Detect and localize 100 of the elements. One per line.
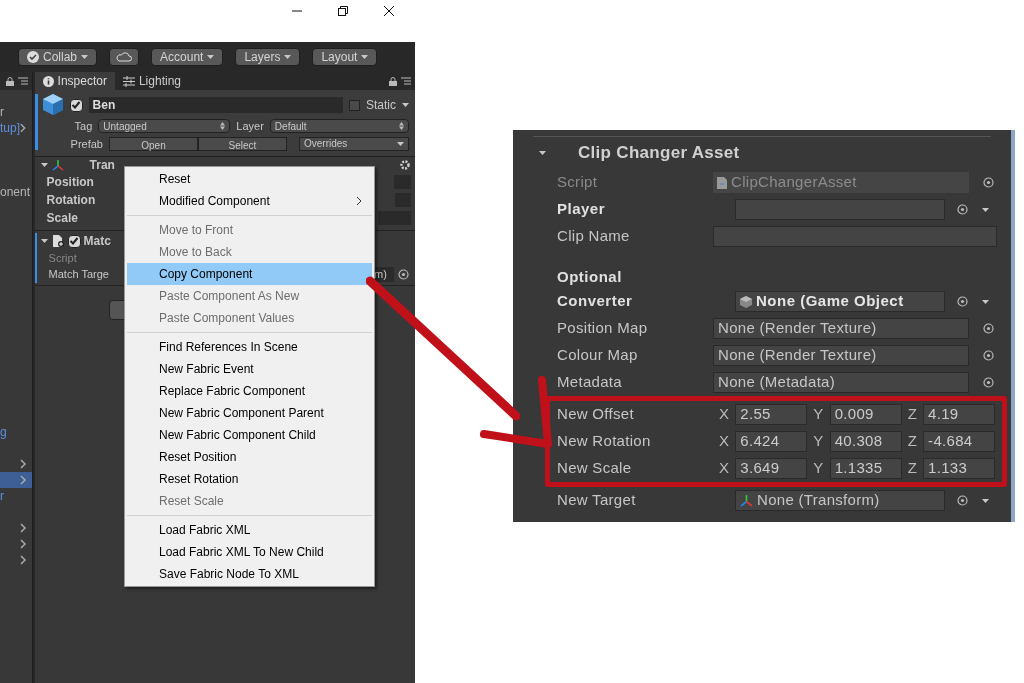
object-picker-icon[interactable] [957, 495, 968, 506]
script-icon [717, 176, 727, 189]
tag-label: Tag [74, 119, 93, 134]
menu-item[interactable]: Reset [127, 168, 372, 190]
number-field[interactable]: 6.424 [735, 431, 808, 452]
number-field[interactable]: 4.19 [923, 404, 996, 425]
object-picker-icon[interactable] [983, 323, 994, 334]
static-label: Static [366, 97, 396, 114]
caret-icon [397, 141, 404, 146]
text-field[interactable] [713, 226, 997, 247]
object-field[interactable]: None (Render Texture) [713, 318, 969, 339]
settings-icon[interactable] [399, 159, 411, 171]
number-field[interactable]: 40.308 [829, 431, 902, 452]
caret-icon [361, 55, 369, 59]
menu-item[interactable]: Reset Rotation [127, 468, 372, 490]
updown-icon [220, 122, 226, 131]
number-field[interactable]: 1.1335 [829, 458, 902, 479]
axis-label: Z [907, 431, 918, 452]
axis-label: X [719, 404, 730, 425]
panel-tab[interactable]: Lighting [114, 72, 189, 90]
toolbar-dropdown[interactable]: Collab [18, 48, 98, 66]
axis-label: Z [907, 458, 918, 479]
menu-item[interactable]: New Fabric Component Parent [127, 402, 372, 424]
caret-icon [207, 55, 215, 59]
toolbar-dropdown[interactable]: Layers [235, 48, 301, 66]
field-label: New Target [557, 490, 637, 511]
name-field[interactable]: Ben [88, 97, 343, 113]
object-field[interactable]: None (Render Texture) [713, 345, 969, 366]
restore-icon[interactable] [335, 3, 351, 19]
axis-label: X [719, 431, 730, 452]
panel-tab[interactable]: Inspector [34, 72, 115, 90]
script-icon [50, 234, 65, 248]
field-label: Rotation [46, 192, 96, 209]
tag-dropdown[interactable]: Untagged [98, 119, 231, 134]
menu-item[interactable]: Find References In Scene [127, 336, 372, 358]
menu-item[interactable]: Save Fabric Node To XML [127, 563, 372, 585]
hierarchy-row[interactable]: tup] [0, 120, 32, 136]
object-field[interactable]: None (Game Object [735, 291, 945, 312]
axis-label: Z [907, 404, 918, 425]
caret-icon [40, 163, 48, 167]
menu-icon[interactable] [17, 77, 28, 85]
layer-label: Layer [236, 119, 264, 134]
info-icon [42, 75, 54, 87]
layer-dropdown[interactable]: Default [269, 119, 409, 134]
component-title[interactable]: Tran [89, 156, 115, 174]
field-label: Scale [46, 210, 78, 227]
field-label: Position Map [557, 318, 649, 339]
number-field[interactable]: 2.55 [735, 404, 808, 425]
menu-item[interactable]: New Fabric Event [127, 358, 372, 380]
object-field[interactable]: None (Metadata) [713, 372, 969, 393]
check-icon [27, 51, 39, 63]
close-icon[interactable] [381, 3, 397, 19]
menu-item[interactable]: Load Fabric XML [127, 519, 372, 541]
cloud-button[interactable] [109, 48, 140, 66]
menu-item[interactable]: Modified Component [127, 190, 372, 216]
object-field[interactable] [735, 199, 945, 220]
object-field[interactable]: None (Transform) [735, 490, 945, 511]
object-picker-icon[interactable] [983, 377, 994, 388]
component-title[interactable]: Matc [83, 232, 111, 250]
hierarchy-row[interactable]: r [0, 104, 32, 120]
number-field[interactable]: 1.133 [923, 458, 996, 479]
lock-icon[interactable] [5, 76, 14, 86]
field-label: New Offset [557, 404, 635, 425]
hierarchy-row[interactable]: g [0, 424, 32, 440]
field-label: Script [557, 172, 599, 193]
checkbox[interactable] [69, 98, 83, 112]
overrides-dropdown[interactable]: Overrides [299, 136, 409, 151]
hierarchy-row[interactable]: r [0, 488, 32, 504]
field-label: Match Targe [48, 266, 109, 282]
toolbar-dropdown[interactable]: Account [151, 48, 224, 66]
menu-item[interactable]: New Fabric Component Child [127, 424, 372, 446]
number-field[interactable]: -4.684 [923, 431, 996, 452]
prefab-button[interactable]: Open [109, 136, 198, 151]
menu-item[interactable]: Reset Position [127, 446, 372, 468]
object-picker-icon[interactable] [957, 296, 968, 307]
checkbox[interactable] [349, 99, 360, 111]
menu-item[interactable]: Copy Component [127, 263, 372, 285]
number-field[interactable]: 3.649 [735, 458, 808, 479]
script-field: ClipChangerAsset [713, 172, 969, 193]
object-picker-icon[interactable] [983, 350, 994, 361]
lock-icon[interactable] [389, 77, 397, 86]
number-field[interactable]: 0.009 [829, 404, 902, 425]
updown-icon [399, 122, 404, 131]
caret-icon [539, 151, 546, 155]
menu-item[interactable]: Load Fabric XML To New Child [127, 541, 372, 563]
caret-icon [982, 299, 989, 304]
field-label: Script [48, 250, 77, 266]
object-picker-icon[interactable] [398, 268, 409, 280]
menu-item[interactable]: Replace Fabric Component [127, 380, 372, 402]
caret-icon [402, 103, 409, 107]
value-field[interactable] [377, 211, 411, 225]
toolbar-dropdown[interactable]: Layout [312, 48, 378, 66]
hierarchy-row[interactable]: onent [0, 184, 32, 200]
menu-icon[interactable] [401, 77, 411, 85]
checkbox[interactable] [67, 234, 81, 248]
object-picker-icon[interactable] [957, 204, 968, 215]
axes-icon [740, 494, 753, 507]
object-picker-icon[interactable] [983, 177, 994, 188]
component-title[interactable]: Clip Changer Asset [578, 140, 740, 166]
prefab-button[interactable]: Select [198, 136, 287, 151]
